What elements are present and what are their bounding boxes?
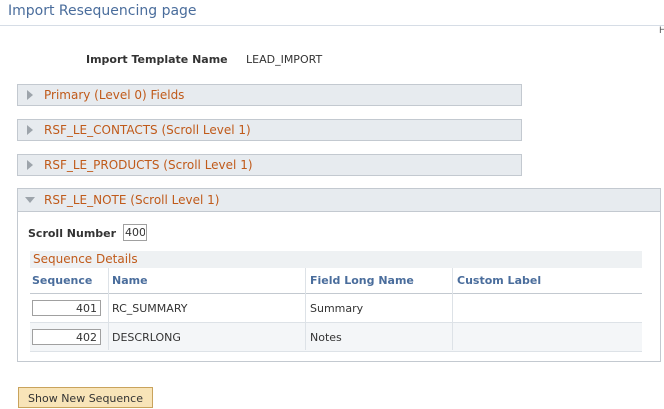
column-header-custom-label[interactable]: Custom Label xyxy=(457,274,541,287)
group-label[interactable]: Primary (Level 0) Fields xyxy=(44,88,184,102)
column-header-field-long-name[interactable]: Field Long Name xyxy=(310,274,414,287)
field-name: DESCRLONG xyxy=(112,331,181,344)
group-label[interactable]: RSF_LE_CONTACTS (Scroll Level 1) xyxy=(44,123,251,137)
title-divider xyxy=(0,25,664,26)
sequence-details-grid: Sequence Details Sequence Name Field Lon… xyxy=(30,251,642,352)
column-divider xyxy=(108,268,109,350)
expand-arrow-icon xyxy=(27,160,33,170)
group-rsf-le-products[interactable]: RSF_LE_PRODUCTS (Scroll Level 1) xyxy=(17,154,522,176)
collapse-arrow-icon xyxy=(25,197,35,203)
column-divider xyxy=(452,268,453,350)
group-primary-fields[interactable]: Primary (Level 0) Fields xyxy=(17,84,522,106)
column-divider xyxy=(305,268,306,350)
field-name: RC_SUMMARY xyxy=(112,302,188,315)
grid-header-row: Sequence Name Field Long Name Custom Lab… xyxy=(30,268,642,294)
grid-title: Sequence Details xyxy=(30,251,642,268)
show-new-sequence-button[interactable]: Show New Sequence xyxy=(18,387,153,408)
import-template-name-value: LEAD_IMPORT xyxy=(246,53,323,66)
field-long-name: Summary xyxy=(310,302,364,315)
sequence-input[interactable] xyxy=(32,329,101,345)
field-long-name: Notes xyxy=(310,331,342,344)
group-header-rsf-le-note[interactable]: RSF_LE_NOTE (Scroll Level 1) xyxy=(18,189,660,212)
sequence-input[interactable] xyxy=(32,300,101,316)
expand-arrow-icon xyxy=(27,125,33,135)
scroll-number-label: Scroll Number xyxy=(28,227,117,240)
page-title: Import Resequencing page xyxy=(8,3,197,19)
group-label[interactable]: RSF_LE_PRODUCTS (Scroll Level 1) xyxy=(44,158,253,172)
group-label[interactable]: RSF_LE_NOTE (Scroll Level 1) xyxy=(44,193,219,207)
column-header-sequence[interactable]: Sequence xyxy=(32,274,92,287)
column-header-name[interactable]: Name xyxy=(112,274,148,287)
table-row: DESCRLONG Notes xyxy=(30,323,642,352)
scroll-number-input[interactable] xyxy=(123,224,147,241)
table-row: RC_SUMMARY Summary xyxy=(30,294,642,323)
expand-arrow-icon xyxy=(27,90,33,100)
import-template-name-label: Import Template Name xyxy=(86,53,228,66)
group-rsf-le-note: RSF_LE_NOTE (Scroll Level 1) Scroll Numb… xyxy=(17,188,661,362)
group-rsf-le-contacts[interactable]: RSF_LE_CONTACTS (Scroll Level 1) xyxy=(17,119,522,141)
corner-mark: H xyxy=(659,26,664,36)
